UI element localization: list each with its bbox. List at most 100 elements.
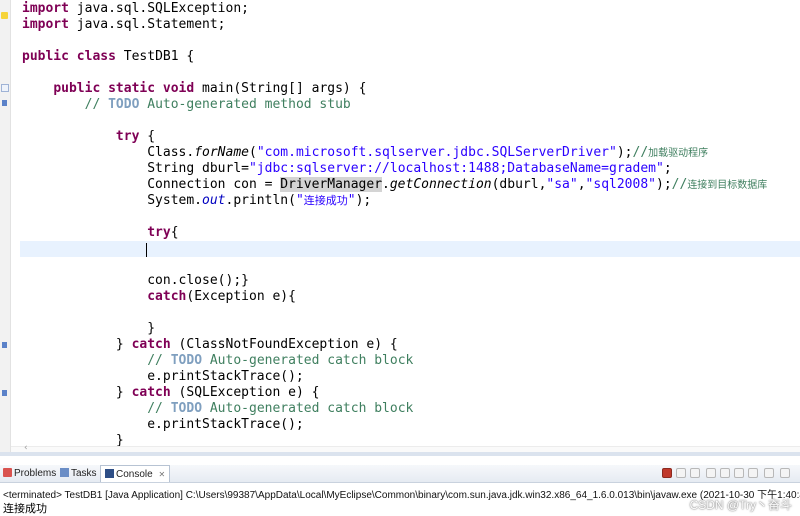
task-marker-icon bbox=[2, 342, 7, 348]
code-token: java.sql.Statement; bbox=[68, 17, 226, 32]
terminated-status: <terminated> TestDB1 [Java Application] … bbox=[3, 490, 800, 501]
code-token: TODO bbox=[170, 401, 203, 416]
code-line: // TODO Auto-generated catch block bbox=[22, 353, 413, 369]
code-token: TODO bbox=[170, 353, 203, 368]
console-output: 连接成功 bbox=[3, 502, 47, 515]
code-line: // TODO Auto-generated catch block bbox=[22, 401, 413, 417]
pin-console-icon[interactable] bbox=[734, 468, 744, 478]
code-line: System.out.println("连接成功"); bbox=[22, 193, 371, 209]
remove-all-icon[interactable] bbox=[690, 468, 700, 478]
code-token: e.printStackTrace(); bbox=[22, 417, 304, 432]
word-wrap-icon[interactable] bbox=[720, 468, 730, 478]
code-token: (dburl, bbox=[491, 177, 547, 192]
code-token: out bbox=[202, 193, 226, 208]
task-marker-icon bbox=[2, 390, 7, 396]
tasks-icon bbox=[60, 468, 69, 477]
panel-tab-bar: Problems Tasks Console ✕ bbox=[0, 465, 800, 483]
tab-tasks[interactable]: Tasks bbox=[60, 465, 97, 482]
code-token: void bbox=[162, 81, 195, 96]
code-token: DriverManager bbox=[280, 177, 383, 192]
code-line: } bbox=[22, 321, 155, 337]
code-token: static bbox=[108, 81, 156, 96]
code-token: catch bbox=[131, 337, 171, 352]
open-console-icon[interactable] bbox=[764, 468, 774, 478]
code-token: forName bbox=[194, 145, 249, 160]
code-token: 连接到目标数据库 bbox=[687, 180, 768, 191]
code-line: Connection con = DriverManager.getConnec… bbox=[22, 177, 767, 194]
code-token: main(String[] args) { bbox=[194, 81, 367, 96]
close-icon[interactable]: ✕ bbox=[158, 470, 165, 479]
watermark: CSDN @Try丶奋斗 bbox=[689, 498, 792, 512]
console-icon bbox=[105, 469, 114, 478]
code-token: con.close();} bbox=[22, 273, 249, 288]
terminate-icon[interactable] bbox=[662, 468, 672, 478]
tab-console[interactable]: Console ✕ bbox=[100, 465, 171, 482]
code-line: import java.sql.SQLException; bbox=[22, 1, 249, 17]
task-marker-icon bbox=[2, 100, 7, 106]
code-token: // bbox=[147, 353, 171, 368]
code-token: import bbox=[22, 17, 69, 32]
code-line: } catch (SQLException e) { bbox=[22, 385, 320, 401]
code-line: String dburl="jdbc:sqlserver://localhost… bbox=[22, 161, 671, 177]
minimize-icon[interactable] bbox=[780, 468, 790, 478]
code-token: Auto-generated catch block bbox=[202, 401, 414, 416]
code-token: 加载驱动程序 bbox=[648, 148, 709, 159]
tab-problems[interactable]: Problems bbox=[3, 465, 56, 482]
problems-icon bbox=[3, 468, 12, 477]
code-token: // bbox=[147, 401, 171, 416]
code-token: String dburl= bbox=[22, 161, 249, 176]
code-line: catch(Exception e){ bbox=[22, 289, 296, 305]
code-token: (ClassNotFoundException e) { bbox=[170, 337, 398, 352]
code-line: e.printStackTrace(); bbox=[22, 417, 304, 433]
fold-toggle-icon[interactable] bbox=[1, 84, 9, 92]
code-token: public bbox=[53, 81, 101, 96]
code-token: try bbox=[147, 225, 171, 240]
code-token: Class. bbox=[22, 145, 195, 160]
code-line: Class.forName("com.microsoft.sqlserver.j… bbox=[22, 145, 708, 162]
display-console-icon[interactable] bbox=[748, 468, 758, 478]
code-token: Connection con = bbox=[22, 177, 281, 192]
text-caret bbox=[146, 243, 147, 257]
code-line: con.close();} bbox=[22, 273, 249, 289]
code-token: "sql2008" bbox=[585, 177, 656, 192]
code-token: { bbox=[139, 129, 156, 144]
remove-launch-icon[interactable] bbox=[676, 468, 686, 478]
code-token: . bbox=[382, 177, 390, 192]
code-token: } bbox=[22, 337, 132, 352]
code-token: } bbox=[22, 385, 132, 400]
code-token: TestDB1 { bbox=[115, 49, 195, 64]
code-token: Auto-generated catch block bbox=[202, 353, 414, 368]
code-token: , bbox=[577, 177, 586, 192]
current-line-highlight bbox=[20, 241, 800, 257]
code-token: (Exception e){ bbox=[186, 289, 296, 304]
code-token: "com.microsoft.sqlserver.jdbc.SQLServerD… bbox=[256, 145, 617, 160]
code-token: ); bbox=[616, 145, 633, 160]
code-token: " bbox=[347, 193, 356, 208]
console-panel: Problems Tasks Console ✕ <terminated> Te… bbox=[0, 452, 800, 515]
code-line: // TODO Auto-generated method stub bbox=[22, 97, 351, 113]
code-token: } bbox=[22, 321, 156, 336]
code-token: "sa" bbox=[546, 177, 578, 192]
scroll-lock-icon[interactable] bbox=[706, 468, 716, 478]
code-editor[interactable]: import java.sql.SQLException; import java… bbox=[0, 0, 800, 452]
code-token: // bbox=[632, 145, 649, 160]
code-token: // bbox=[84, 97, 109, 112]
code-token: java.sql.SQLException; bbox=[68, 1, 249, 16]
code-line: try { bbox=[22, 129, 155, 145]
code-token: catch bbox=[131, 385, 171, 400]
code-token: "jdbc:sqlserver://localhost:1488;Databas… bbox=[248, 161, 664, 176]
code-token: e.printStackTrace(); bbox=[22, 369, 304, 384]
code-token: ( bbox=[248, 145, 257, 160]
code-line: e.printStackTrace(); bbox=[22, 369, 304, 385]
code-token: import bbox=[22, 1, 69, 16]
scroll-left-icon[interactable]: ‹ bbox=[24, 443, 28, 452]
warning-marker-icon bbox=[1, 12, 8, 19]
